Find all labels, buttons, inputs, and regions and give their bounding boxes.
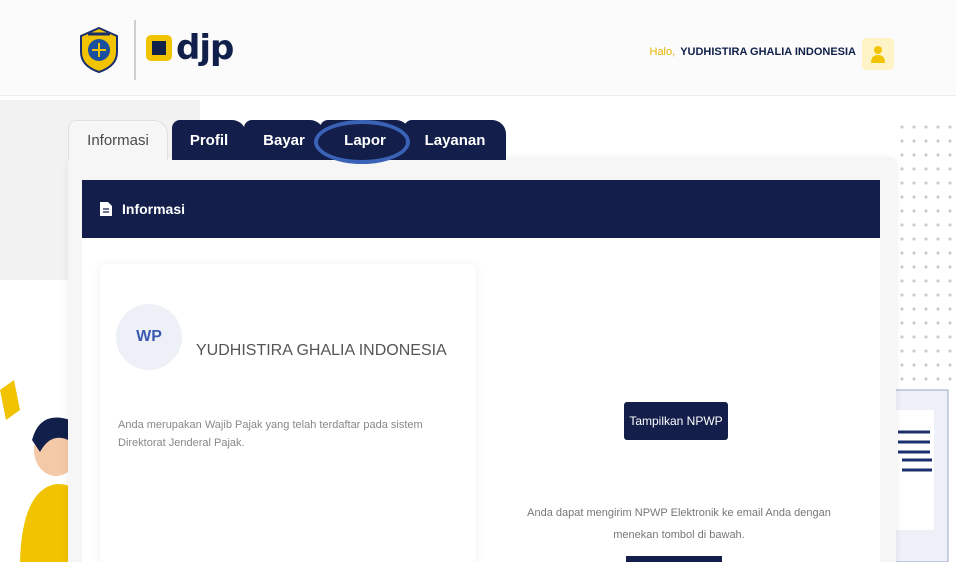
logo-divider [134,20,136,80]
user-icon [871,46,885,63]
person-illustration [0,380,78,562]
kemenkeu-emblem-icon [76,26,122,74]
taxpayer-description: Anda merupakan Wajib Pajak yang telah te… [118,419,423,449]
tab-profil[interactable]: Profil [172,120,246,160]
tab-informasi[interactable]: Informasi [68,120,168,160]
taxpayer-name: YUDHISTIRA GHALIA INDONESIA [196,342,447,359]
user-avatar[interactable] [862,38,894,70]
djp-logo[interactable]: djp [146,24,234,72]
background-dot-pattern [896,120,956,390]
npwp-info-text: Anda dapat mengirim NPWP Elektronik ke e… [527,507,831,541]
djp-logo-mark-icon [146,35,172,61]
tab-bayar[interactable]: Bayar [244,120,324,160]
section-title: Informasi [122,201,186,217]
section-header: Informasi [82,180,880,238]
show-npwp-button[interactable]: Tampilkan NPWP [624,402,728,440]
top-header: djp Halo, YUDHISTIRA GHALIA INDONESIA [0,0,956,96]
tab-lapor[interactable]: Lapor [320,120,410,160]
tab-layanan[interactable]: Layanan [404,120,506,160]
user-name: YUDHISTIRA GHALIA INDONESIA [680,46,856,58]
send-email-button[interactable] [626,556,722,562]
taxpayer-badge: WP [116,304,182,370]
djp-logo-text: djp [176,28,234,68]
greeting-prefix: Halo, [649,46,676,58]
document-icon [100,202,112,216]
user-greeting: Halo, YUDHISTIRA GHALIA INDONESIA [650,46,857,58]
